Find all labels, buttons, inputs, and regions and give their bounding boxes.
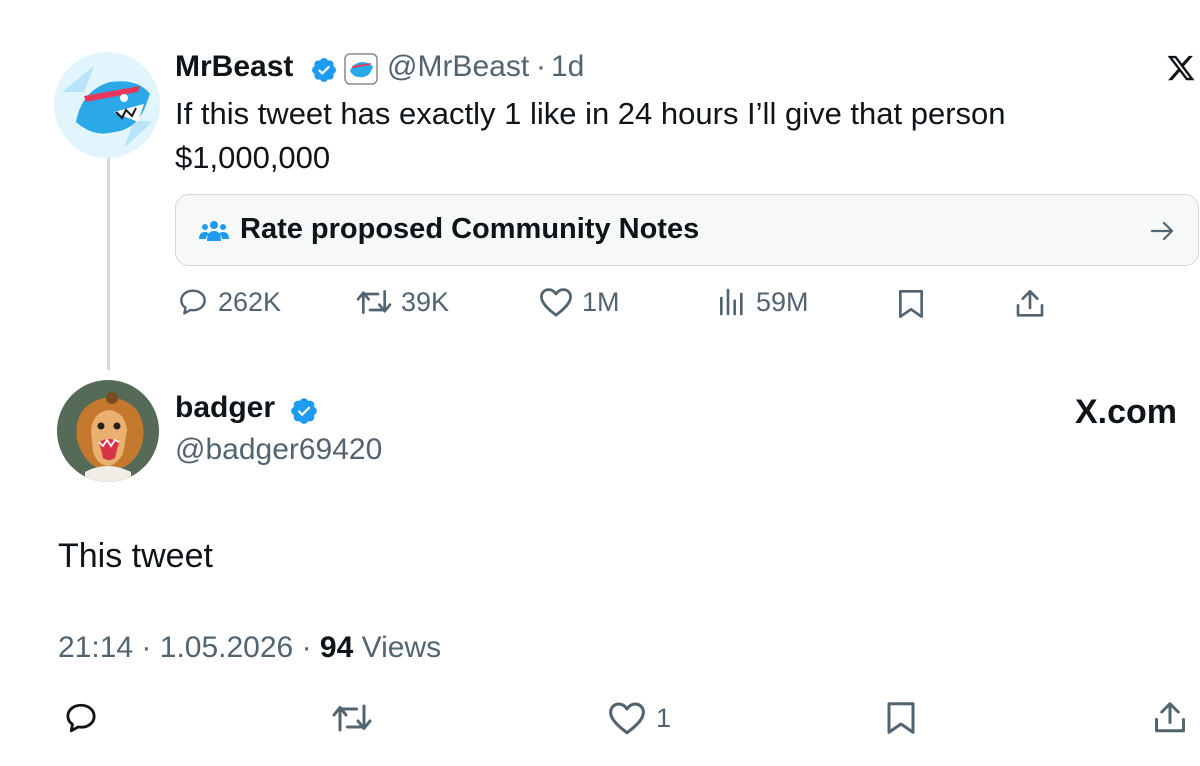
heart-icon (606, 700, 648, 736)
heart-icon (538, 286, 574, 318)
tweet-text-line2: $1,000,000 (175, 140, 331, 175)
repost-count: 39K (401, 286, 450, 317)
thread-connector (107, 158, 110, 370)
reply-icon[interactable] (62, 700, 100, 736)
reply-author-handle[interactable]: @badger69420 (175, 433, 382, 467)
tweet-time[interactable]: 21:14 (58, 631, 133, 664)
views-count: 59M (756, 286, 809, 317)
reply-tweet-text: This tweet (58, 537, 213, 575)
reply-button[interactable]: 262K (176, 286, 281, 318)
reply-icon (176, 286, 210, 318)
dot-separator: · (536, 50, 546, 83)
repost-icon[interactable] (330, 700, 374, 736)
repost-button[interactable]: 39K (355, 286, 449, 318)
tweet-age[interactable]: 1d (551, 50, 584, 84)
author-name[interactable]: MrBeast (175, 50, 293, 84)
views-count: 94 (319, 631, 354, 664)
like-count: 1M (582, 286, 620, 317)
reply-count: 262K (218, 286, 282, 317)
verified-badge-icon (289, 396, 319, 426)
like-button[interactable]: 1 (606, 700, 671, 736)
like-count: 1 (656, 702, 672, 733)
share-icon[interactable] (1014, 288, 1046, 320)
mrbeast-avatar[interactable] (54, 52, 160, 158)
tweet-date[interactable]: 1.05.2026 (160, 631, 293, 664)
views-button[interactable]: 59M (716, 286, 809, 318)
reply-author-name[interactable]: badger (175, 391, 275, 425)
views-label: Views (361, 631, 442, 664)
author-handle[interactable]: @MrBeast (387, 50, 529, 84)
x-com-brand: X.com (1075, 393, 1178, 431)
tweet-timestamp-row: 21:14 · 1.05.2026 · 94 Views (58, 631, 441, 665)
bookmark-icon[interactable] (884, 700, 918, 736)
people-group-icon (198, 219, 230, 243)
repost-icon (355, 286, 393, 318)
tweet-text-line1: If this tweet has exactly 1 like in 24 h… (175, 96, 1006, 131)
dot-separator: · (141, 631, 152, 664)
community-notes-label: Rate proposed Community Notes (240, 213, 700, 245)
share-icon[interactable] (1152, 700, 1188, 736)
dot-separator: · (301, 631, 312, 664)
x-logo-icon (1166, 53, 1196, 88)
community-notes-button[interactable]: Rate proposed Community Notes (175, 194, 1199, 266)
affiliate-badge-icon[interactable] (344, 53, 378, 85)
verified-badge-icon (310, 56, 338, 84)
bookmark-icon[interactable] (896, 288, 926, 320)
like-button[interactable]: 1M (538, 286, 620, 318)
badger-avatar[interactable] (57, 380, 159, 482)
arrow-right-icon (1150, 219, 1176, 243)
analytics-bars-icon (716, 286, 748, 318)
